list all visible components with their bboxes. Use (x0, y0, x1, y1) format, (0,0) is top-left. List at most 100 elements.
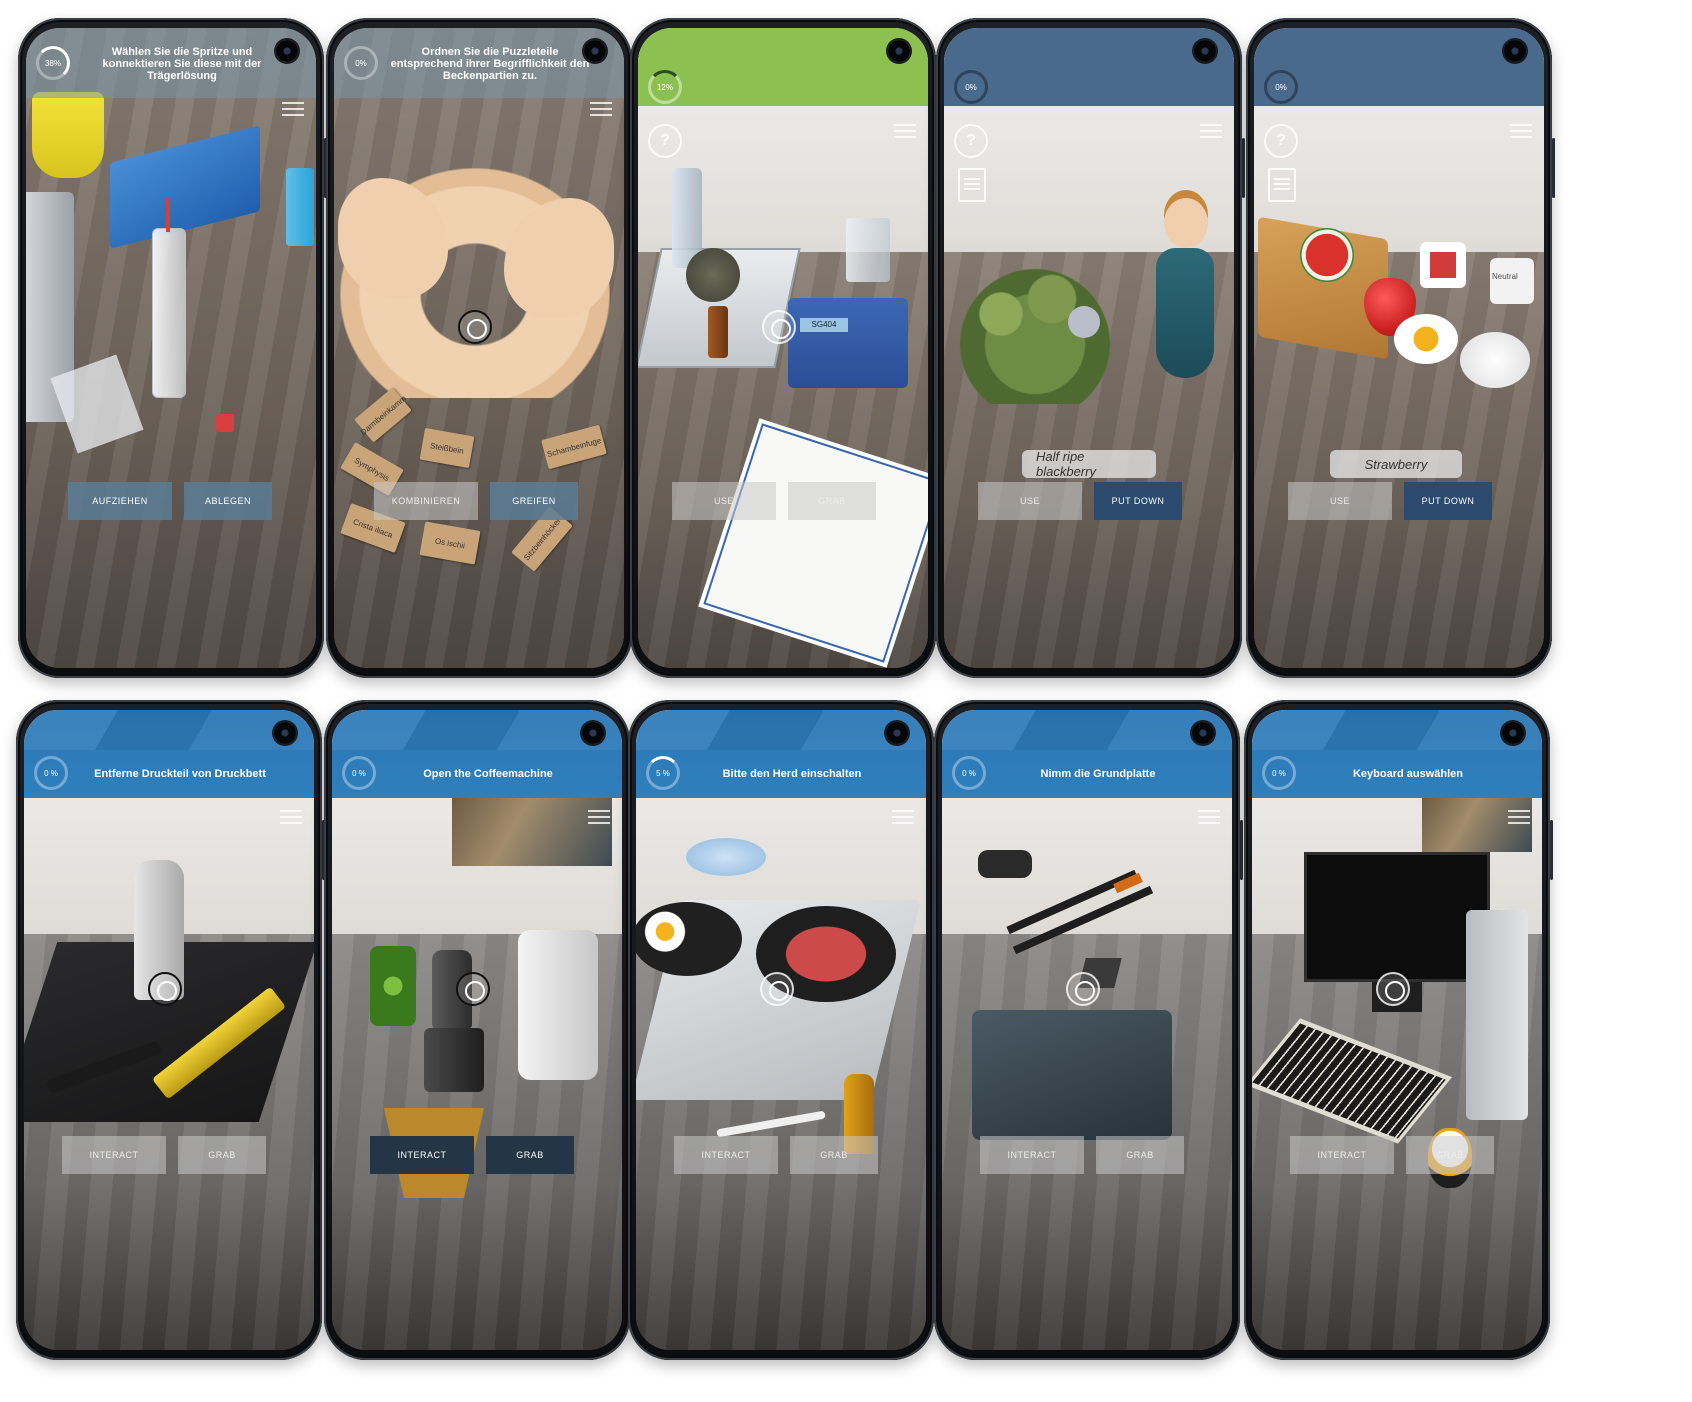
action-button-primary[interactable]: INTERACT (674, 1136, 778, 1174)
hamburger-menu-icon[interactable] (1510, 124, 1532, 138)
front-camera-icon (582, 722, 604, 744)
progress-indicator: 0 % (952, 756, 986, 790)
action-button-secondary[interactable]: GRAB (788, 482, 876, 520)
action-button-primary[interactable]: INTERACT (370, 1136, 474, 1174)
hamburger-menu-icon[interactable] (590, 102, 612, 116)
instruction-text: Open the Coffeemachine (423, 768, 553, 780)
crosshair-reticle-icon (456, 972, 490, 1006)
syringe-needle (166, 198, 170, 232)
action-button-primary[interactable]: INTERACT (1290, 1136, 1394, 1174)
status-bar (944, 28, 1234, 106)
instruction-text: Wählen Sie die Spritze und konnektieren … (102, 46, 262, 82)
ar-screen: 0 % Nimm die Grundplatte INTERACT GRAB (942, 710, 1232, 1350)
red-cap-vial[interactable] (216, 414, 234, 432)
ar-screen: 12% ? SG404 USE GRAB (638, 28, 928, 668)
action-button-secondary[interactable]: PUT DOWN (1404, 482, 1492, 520)
action-button-secondary[interactable]: GRAB (1096, 1136, 1184, 1174)
white-plate[interactable] (1460, 332, 1530, 388)
sharps-container[interactable] (32, 92, 104, 178)
document-icon[interactable] (1268, 168, 1296, 202)
action-button-primary[interactable]: USE (672, 482, 776, 520)
phone-coffee-task: 0 % Open the Coffeemachine INTERACT GRAB (324, 700, 633, 1360)
phone-chemistry-lab: 12% ? SG404 USE GRAB (630, 18, 939, 678)
object-name-label: Half ripe blackberry (1022, 449, 1156, 479)
girl-character[interactable] (1150, 198, 1220, 378)
hamburger-menu-icon[interactable] (588, 810, 610, 824)
crosshair-reticle-icon (458, 310, 492, 344)
document-icon[interactable] (958, 168, 986, 202)
action-button-primary[interactable]: USE (978, 482, 1082, 520)
hamburger-menu-icon[interactable] (1198, 810, 1220, 824)
action-button-secondary[interactable]: ABLEGEN (184, 482, 272, 520)
front-camera-icon (886, 722, 908, 744)
front-camera-icon (1192, 722, 1214, 744)
phone-pelvis-puzzle: 0% Ordnen Sie die Puzzleteile entspreche… (326, 18, 635, 678)
ar-screen: 0% ? Neutral Strawberry USE PUT DOWN (1254, 28, 1544, 668)
status-bar (638, 28, 928, 106)
action-button-primary[interactable]: INTERACT (980, 1136, 1084, 1174)
front-camera-icon (584, 40, 606, 62)
front-camera-icon (276, 40, 298, 62)
phone-fruit-game: 0% ? Neutral Strawberry USE PUT DOWN (1246, 18, 1555, 678)
brown-dropper-bottle[interactable] (708, 306, 728, 358)
hamburger-menu-icon[interactable] (894, 124, 916, 138)
blue-plate[interactable] (686, 838, 766, 876)
hamburger-menu-icon[interactable] (892, 810, 914, 824)
help-icon[interactable]: ? (648, 124, 682, 158)
action-button-secondary[interactable]: GRAB (1406, 1136, 1494, 1174)
action-button-primary[interactable]: AUFZIEHEN (68, 482, 172, 520)
action-button-secondary[interactable]: GRAB (178, 1136, 266, 1174)
phone-blackberry-game: 0% ? Half ripe blackberry USE PUT DOWN (936, 18, 1245, 678)
pc-tower[interactable] (1466, 910, 1528, 1120)
hamburger-menu-icon[interactable] (282, 102, 304, 116)
help-icon[interactable]: ? (1264, 124, 1298, 158)
round-flask[interactable] (686, 248, 740, 302)
coffee-tin[interactable] (370, 946, 416, 1026)
monitor[interactable] (1304, 852, 1490, 982)
emotion-cube[interactable] (1420, 242, 1466, 288)
action-button-primary[interactable]: INTERACT (62, 1136, 166, 1174)
instruction-text: Bitte den Herd einschalten (722, 768, 862, 780)
instruction-bar (24, 710, 314, 798)
instruction-bar (332, 710, 622, 798)
status-bar (1254, 28, 1544, 106)
instruction-text: Nimm die Grundplatte (1040, 768, 1156, 780)
progress-indicator: 38% (36, 46, 70, 80)
phone-3d-print-task: 0 % Entferne Druckteil von Druckbett INT… (16, 700, 325, 1360)
hamburger-menu-icon[interactable] (280, 810, 302, 824)
help-icon[interactable]: ? (954, 124, 988, 158)
egg[interactable] (1394, 314, 1458, 364)
beaker[interactable] (846, 218, 890, 282)
frying-pan-egg[interactable] (636, 902, 742, 976)
action-button-secondary[interactable]: GRAB (486, 1136, 574, 1174)
action-button-primary[interactable]: USE (1288, 482, 1392, 520)
front-camera-icon (1502, 722, 1524, 744)
ar-screen: 0 % Keyboard auswählen INTERACT GRAB (1252, 710, 1542, 1350)
front-camera-icon (888, 40, 910, 62)
watermelon-slice[interactable] (1300, 228, 1354, 282)
action-button-secondary[interactable]: GREIFEN (490, 482, 578, 520)
instruction-text: Entferne Druckteil von Druckbett (94, 768, 266, 780)
emotion-cube[interactable]: Neutral (1490, 258, 1534, 304)
gray-orb (1068, 306, 1100, 338)
stir-plate[interactable] (788, 298, 908, 388)
hamburger-menu-icon[interactable] (1508, 810, 1530, 824)
safety-goggles[interactable] (978, 850, 1032, 878)
front-camera-icon (1194, 40, 1216, 62)
mug[interactable] (424, 1028, 484, 1092)
ar-screen: 0% Ordnen Sie die Puzzleteile entspreche… (334, 28, 624, 668)
action-button-secondary[interactable]: PUT DOWN (1094, 482, 1182, 520)
ar-screen: 5 % Bitte den Herd einschalten INTERACT … (636, 710, 926, 1350)
action-button-primary[interactable]: KOMBINIEREN (374, 482, 478, 520)
bench-vise[interactable] (972, 1010, 1172, 1140)
progress-indicator: 0% (1264, 70, 1298, 104)
blue-bottle[interactable] (286, 168, 314, 246)
progress-indicator: 0 % (1262, 756, 1296, 790)
coffee-machine[interactable] (518, 930, 598, 1080)
hamburger-menu-icon[interactable] (1200, 124, 1222, 138)
syringe[interactable] (152, 228, 186, 398)
action-button-secondary[interactable]: GRAB (790, 1136, 878, 1174)
ar-screen: 0 % Entferne Druckteil von Druckbett INT… (24, 710, 314, 1350)
instruction-bar (636, 710, 926, 798)
progress-indicator: 0% (954, 70, 988, 104)
